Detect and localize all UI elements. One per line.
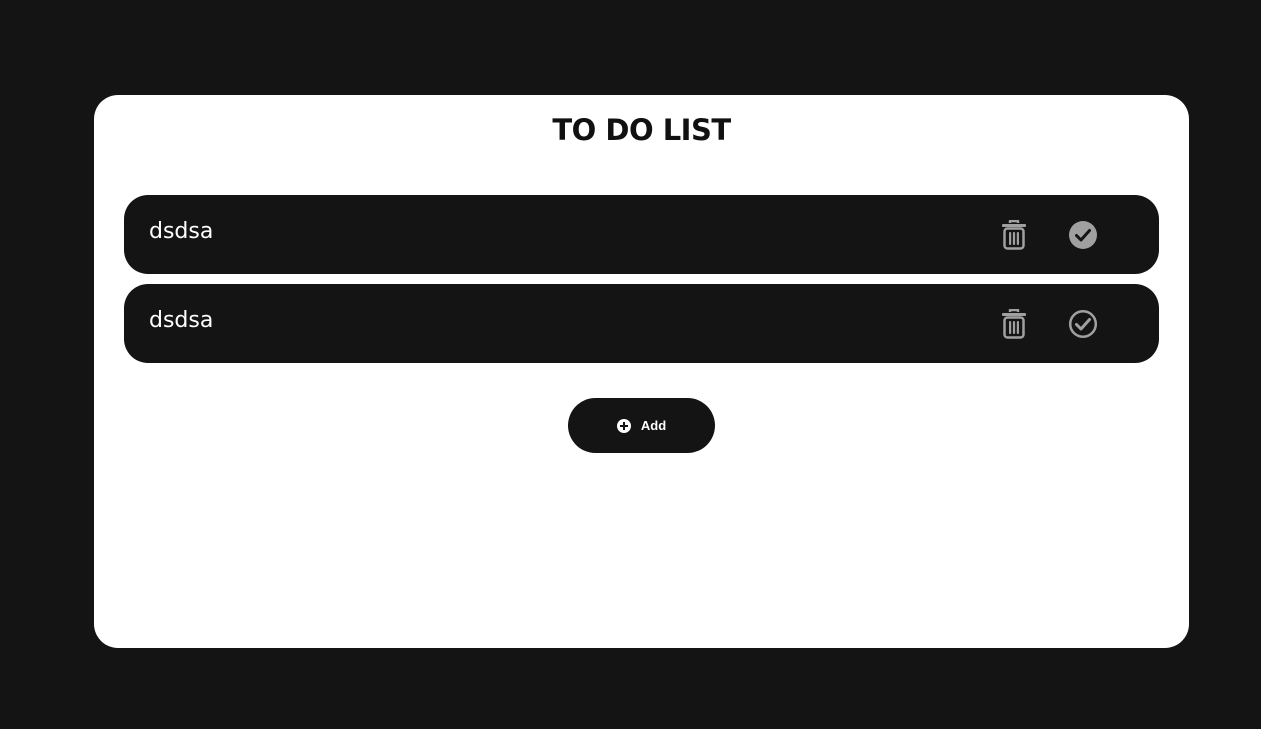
todo-list: dsdsa dsdsa: [124, 195, 1159, 373]
todo-text: dsdsa: [149, 308, 214, 333]
plus-circle-icon: [616, 418, 631, 433]
todo-item: dsdsa: [124, 284, 1159, 363]
check-circle-icon: [1069, 221, 1097, 249]
check-circle-outline-icon: [1068, 309, 1098, 339]
delete-button[interactable]: [998, 308, 1030, 340]
add-button[interactable]: Add: [568, 398, 715, 453]
complete-button[interactable]: [1067, 308, 1099, 340]
trash-icon: [1002, 309, 1026, 339]
trash-icon: [1002, 220, 1026, 250]
page-title: TO DO LIST: [552, 113, 731, 147]
todo-text: dsdsa: [149, 219, 214, 244]
todo-item: dsdsa: [124, 195, 1159, 274]
delete-button[interactable]: [998, 219, 1030, 251]
todo-card: TO DO LIST dsdsa dsdsa Add: [94, 95, 1189, 648]
add-button-label: Add: [640, 418, 667, 433]
complete-button[interactable]: [1067, 219, 1099, 251]
